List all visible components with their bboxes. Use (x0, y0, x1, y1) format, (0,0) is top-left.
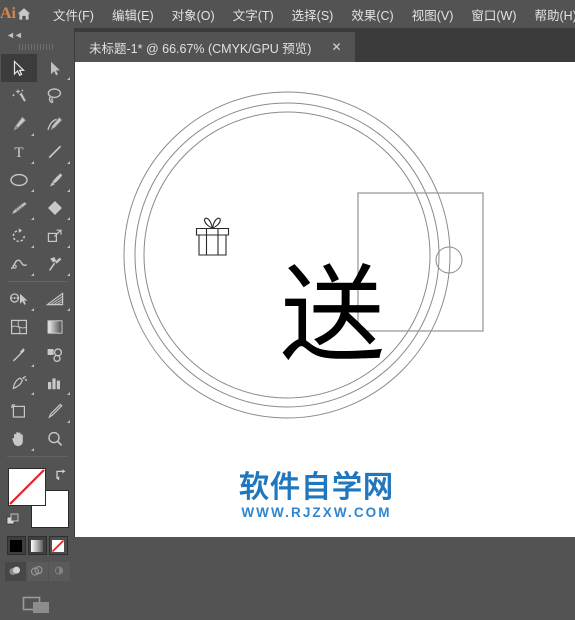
default-fill-stroke-icon[interactable] (5, 512, 21, 528)
perspective-grid-tool[interactable] (37, 285, 73, 313)
screen-mode-row (0, 593, 74, 620)
shaper-tool[interactable] (1, 194, 37, 222)
illustrator-window: Ai 文件(F) 编辑(E) 对象(O) 文字(T) 选择(S) 效果(C) 视… (0, 0, 575, 537)
draw-inside-button[interactable] (49, 562, 70, 581)
menu-select[interactable]: 选择(S) (283, 2, 343, 27)
menu-window[interactable]: 窗口(W) (462, 2, 525, 27)
gradient-tool[interactable] (37, 313, 73, 341)
ellipse-tool[interactable] (1, 166, 37, 194)
color-mode-row (0, 536, 74, 555)
slice-tool[interactable] (37, 397, 73, 425)
menu-file[interactable]: 文件(F) (44, 2, 103, 27)
gradient-mode-button[interactable] (28, 536, 47, 555)
menu-help[interactable]: 帮助(H) (526, 2, 575, 27)
tool-grid: T (0, 54, 74, 460)
collapse-panel-icon[interactable]: ◄◄ (0, 28, 74, 41)
gift-box-icon (197, 218, 229, 255)
menu-effect[interactable]: 效果(C) (342, 2, 402, 27)
artboard-canvas[interactable]: 送 软件自学网 WWW.RJZXW.COM (75, 62, 575, 537)
shape-builder-tool[interactable] (1, 285, 37, 313)
tools-panel: ◄◄ (0, 28, 75, 537)
no-fill-slash-icon (9, 469, 45, 505)
selection-tool[interactable] (1, 54, 37, 82)
paintbrush-tool[interactable] (37, 166, 73, 194)
free-transform-tool[interactable] (37, 250, 73, 278)
home-icon[interactable] (16, 0, 32, 28)
width-tool[interactable] (1, 250, 37, 278)
direct-selection-tool[interactable] (37, 54, 73, 82)
draw-normal-button[interactable] (5, 562, 26, 581)
rotate-tool[interactable] (1, 222, 37, 250)
blend-tool[interactable] (37, 341, 73, 369)
swap-fill-stroke-icon[interactable] (53, 466, 69, 482)
menu-view[interactable]: 视图(V) (403, 2, 463, 27)
line-segment-tool[interactable] (37, 138, 73, 166)
pen-tool[interactable] (1, 110, 37, 138)
eyedropper-tool[interactable] (1, 341, 37, 369)
app-logo: Ai (0, 0, 16, 28)
menu-type[interactable]: 文字(T) (224, 2, 283, 27)
type-tool[interactable]: T (1, 138, 37, 166)
artboard-tool[interactable] (1, 397, 37, 425)
mesh-tool[interactable] (1, 313, 37, 341)
color-mode-button[interactable] (7, 536, 26, 555)
document-tab[interactable]: 未标题-1* @ 66.67% (CMYK/GPU 预览) ✕ (75, 32, 355, 62)
curvature-tool[interactable] (37, 110, 73, 138)
menu-edit[interactable]: 编辑(E) (103, 2, 163, 27)
lasso-tool[interactable] (37, 82, 73, 110)
symbol-sprayer-tool[interactable] (1, 369, 37, 397)
menu-object[interactable]: 对象(O) (163, 2, 224, 27)
draw-behind-button[interactable] (27, 562, 48, 581)
document-tab-bar: 未标题-1* @ 66.67% (CMYK/GPU 预览) ✕ (75, 28, 575, 62)
close-icon[interactable]: ✕ (329, 40, 343, 54)
magic-wand-tool[interactable] (1, 82, 37, 110)
column-graph-tool[interactable] (37, 369, 73, 397)
main-glyph: 送 (280, 255, 385, 377)
tool-separator-2 (1, 453, 73, 460)
menu-item-list: 文件(F) 编辑(E) 对象(O) 文字(T) 选择(S) 效果(C) 视图(V… (44, 2, 575, 27)
fill-swatch[interactable] (8, 468, 46, 506)
change-screen-mode-button[interactable] (22, 593, 52, 620)
draw-mode-row (0, 562, 74, 581)
panel-drag-handle[interactable] (0, 41, 74, 52)
tool-separator (1, 278, 73, 285)
hand-tool[interactable] (1, 425, 37, 453)
menu-bar: Ai 文件(F) 编辑(E) 对象(O) 文字(T) 选择(S) 效果(C) 视… (0, 0, 575, 28)
artwork-svg: 送 (75, 62, 575, 537)
fill-stroke-control (5, 466, 69, 528)
eraser-tool[interactable] (37, 194, 73, 222)
document-tab-title: 未标题-1* @ 66.67% (CMYK/GPU 预览) (89, 38, 311, 57)
scale-tool[interactable] (37, 222, 73, 250)
zoom-tool[interactable] (37, 425, 73, 453)
svg-text:T: T (14, 145, 23, 161)
none-mode-button[interactable] (49, 536, 68, 555)
